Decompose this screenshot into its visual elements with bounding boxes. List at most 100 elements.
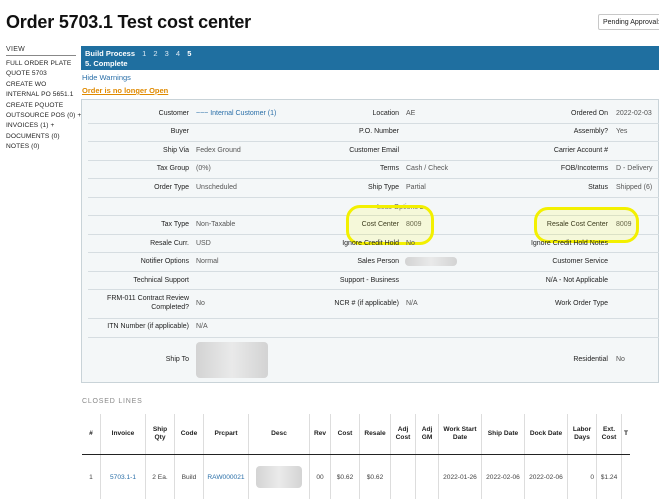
cell-labor-days: 0 (567, 454, 597, 499)
cell-cost: $0.62 (330, 454, 360, 499)
customer-email-label: Customer Email (349, 147, 399, 154)
col-adj-gm[interactable]: Adj GM (415, 414, 439, 455)
col-desc[interactable]: Desc (248, 414, 310, 455)
cell-code: Build (174, 454, 204, 499)
ship-via-label: Ship Via (163, 147, 189, 154)
nav-item-outsource-pos[interactable]: OUTSOURCE POS (0) + (6, 111, 81, 121)
cell-ship-qty: 2 Ea. (145, 454, 175, 499)
resale-curr-value: USD (196, 240, 211, 247)
order-type-label: Order Type (154, 184, 189, 191)
col-overflow: T (621, 414, 631, 455)
row-divider (88, 123, 659, 124)
residential-label: Residential (573, 356, 608, 363)
col-prcpart[interactable]: Prcpart (203, 414, 249, 455)
ship-type-label: Ship Type (367, 184, 399, 191)
build-process-current: 5. Complete (85, 59, 128, 68)
desc-redacted (256, 466, 302, 488)
frm-contract-review-label: FRM-011 Contract Review Completed? (107, 295, 189, 311)
itn-label: ITN Number (if applicable) (107, 323, 189, 330)
pending-approval-select[interactable]: Pending Approval: (598, 14, 659, 30)
ship-to-label: Ship To (165, 356, 189, 363)
itn-value: N/A (196, 323, 208, 330)
col-resale[interactable]: Resale (359, 414, 391, 455)
work-order-type-label: Work Order Type (554, 300, 608, 307)
customer-label: Customer (158, 110, 189, 117)
residential-value: No (616, 356, 625, 363)
row-divider (88, 271, 659, 272)
build-step-4[interactable]: 4 (176, 49, 180, 58)
frm-contract-review-value: No (196, 300, 205, 307)
col-num: # (82, 414, 101, 455)
notifier-options-label: Notifier Options (140, 258, 189, 265)
cell-work-start-date: 2022-01-26 (438, 454, 482, 499)
col-ship-date[interactable]: Ship Date (481, 414, 525, 455)
ordered-on-value: 2022-02-03 (616, 110, 652, 117)
ignore-credit-hold-value: No (406, 240, 415, 247)
closed-lines-heading: CLOSED LINES (82, 398, 143, 405)
ship-via-value: Fedex Ground (196, 147, 241, 154)
cell-invoice-link[interactable]: 5703.1-1 (100, 454, 146, 499)
cell-prcpart-link[interactable]: RAW000021 (203, 454, 249, 499)
location-label: Location (372, 110, 399, 117)
support-business-label: Support - Business (339, 277, 399, 284)
fob-label: FOB/Incoterms (560, 165, 608, 172)
cell-desc (248, 454, 310, 499)
col-invoice[interactable]: Invoice (100, 414, 146, 455)
cell-num: 1 (89, 473, 93, 481)
ship-type-value: Partial (406, 184, 426, 191)
nav-item-create-pquote[interactable]: CREATE PQUOTE (6, 101, 76, 111)
table-header-row: # Invoice Ship Qty Code Prcpart Desc Rev… (82, 414, 631, 455)
build-step-2[interactable]: 2 (153, 49, 157, 58)
col-rev[interactable]: Rev (309, 414, 331, 455)
cell-ext-cost: $1.24 (596, 454, 622, 499)
col-cost[interactable]: Cost (330, 414, 360, 455)
col-ship-qty[interactable]: Ship Qty (145, 414, 175, 455)
location-value: AE (406, 110, 416, 117)
customer-service-label: Customer Service (552, 258, 608, 265)
status-label: Status (588, 184, 608, 191)
col-adj-cost[interactable]: Adj Cost (390, 414, 416, 455)
row-divider (88, 289, 659, 290)
row-divider (88, 337, 659, 338)
terms-value: Cash / Check (406, 165, 449, 172)
row-divider (88, 141, 659, 142)
nav-item-internal-po[interactable]: INTERNAL PO 5651.1 (6, 90, 76, 100)
col-dock-date[interactable]: Dock Date (524, 414, 568, 455)
tax-group-value: (0%) (196, 165, 211, 172)
nav-item-invoices[interactable]: INVOICES (1) + (6, 121, 76, 131)
resale-cost-center-highlight (534, 207, 639, 243)
ignore-credit-hold-notes-label: Ignore Credit Hold Notes (530, 240, 608, 247)
cell-resale: $0.62 (359, 454, 391, 499)
row-divider (88, 252, 659, 253)
nav-item-quote[interactable]: QUOTE 5703 (6, 69, 76, 79)
technical-support-label: Technical Support (133, 277, 189, 284)
na-not-applicable-label: N/A - Not Applicable (545, 277, 608, 284)
build-process-label: Build Process (85, 49, 136, 58)
terms-label: Terms (379, 165, 399, 172)
col-labor-days[interactable]: Labor Days (567, 414, 597, 455)
build-step-1[interactable]: 1 (142, 49, 146, 58)
nav-item-create-wo[interactable]: CREATE WO (6, 80, 76, 90)
cell-adj-gm (415, 454, 439, 499)
build-step-5[interactable]: 5 (187, 49, 191, 58)
ncr-value: N/A (406, 300, 418, 307)
po-number-label: P.O. Number (359, 128, 399, 135)
nav-item-notes[interactable]: NOTES (0) (6, 142, 76, 152)
hide-warnings-link[interactable]: Hide Warnings (82, 73, 131, 82)
build-step-3[interactable]: 3 (165, 49, 169, 58)
nav-item-full-order-plate[interactable]: FULL ORDER PLATE (6, 59, 76, 69)
cell-overflow (621, 454, 631, 499)
assembly-value: Yes (616, 128, 628, 135)
page-title: Order 5703.1 Test cost center (6, 12, 251, 32)
col-work-start-date[interactable]: Work Start Date (438, 414, 482, 455)
cell-adj-cost (390, 454, 416, 499)
fob-value: D - Delivery (616, 165, 653, 172)
col-code[interactable]: Code (174, 414, 204, 455)
customer-value[interactable]: ~~~ Internal Customer (1) (196, 110, 276, 117)
row-divider (88, 318, 659, 319)
nav-item-documents[interactable]: DOCUMENTS (0) (6, 132, 76, 142)
cell-dock-date: 2022-02-06 (524, 454, 568, 499)
tax-type-value: Non-Taxable (196, 221, 236, 228)
col-ext-cost[interactable]: Ext. Cost (596, 414, 622, 455)
row-divider (88, 197, 659, 198)
